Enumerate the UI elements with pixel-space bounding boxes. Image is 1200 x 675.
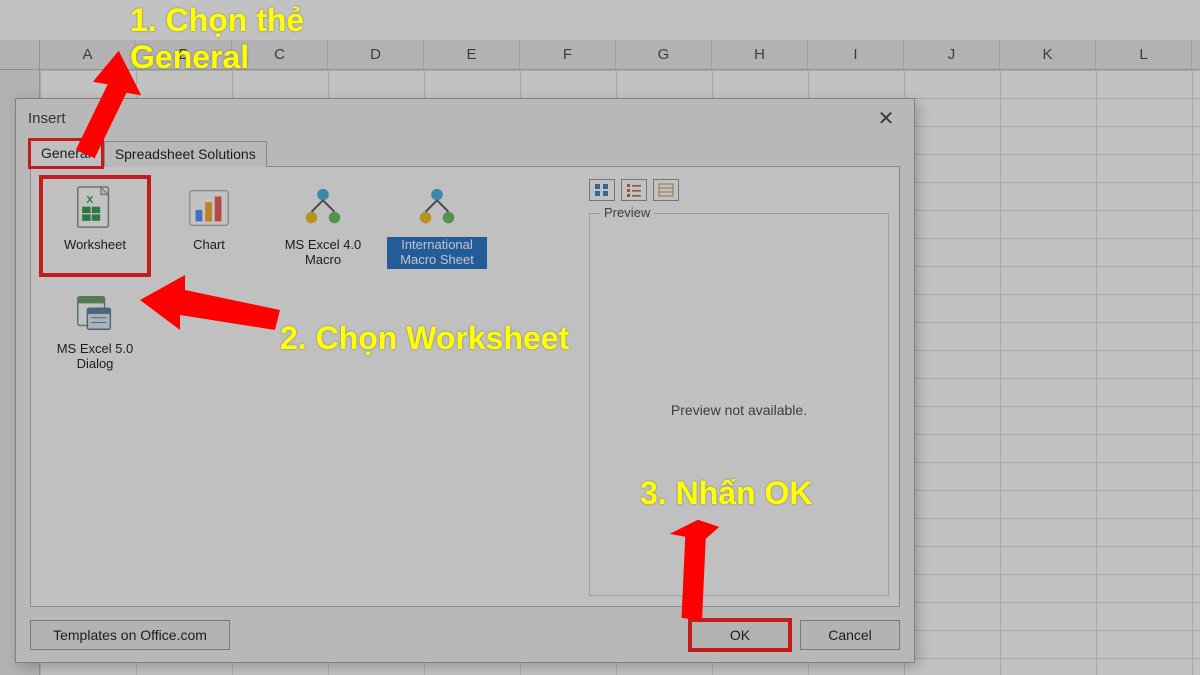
template-label: MS Excel 4.0 Macro xyxy=(273,237,373,269)
template-label: Worksheet xyxy=(61,237,129,254)
col-header[interactable]: E xyxy=(424,40,520,69)
macro-intl-icon xyxy=(412,183,462,233)
view-details-button[interactable] xyxy=(653,179,679,201)
col-header[interactable]: K xyxy=(1000,40,1096,69)
col-header[interactable]: D xyxy=(328,40,424,69)
svg-text:X: X xyxy=(86,194,93,206)
col-header[interactable]: H xyxy=(712,40,808,69)
dialog-right-pane: Preview Preview not available. xyxy=(589,177,889,596)
col-header[interactable]: L xyxy=(1096,40,1192,69)
preview-message: Preview not available. xyxy=(671,402,807,418)
template-list: X Worksheet Chart xyxy=(41,177,579,596)
dialog-sheet-icon xyxy=(70,287,120,337)
dialog-titlebar[interactable]: Insert ✕ xyxy=(16,99,914,137)
col-header[interactable]: B xyxy=(136,40,232,69)
worksheet-icon: X xyxy=(70,183,120,233)
tab-spreadsheet-solutions[interactable]: Spreadsheet Solutions xyxy=(104,141,267,167)
col-header[interactable]: J xyxy=(904,40,1000,69)
templates-office-button[interactable]: Templates on Office.com xyxy=(30,620,230,650)
template-label: International Macro Sheet xyxy=(387,237,487,269)
close-button[interactable]: ✕ xyxy=(866,104,906,132)
column-headers-row: A B C D E F G H I J K L xyxy=(0,40,1200,70)
template-worksheet[interactable]: X Worksheet xyxy=(41,177,149,275)
macro-icon xyxy=(298,183,348,233)
col-header[interactable]: G xyxy=(616,40,712,69)
template-international-macro-sheet[interactable]: International Macro Sheet xyxy=(383,177,491,275)
tab-panel-general: X Worksheet Chart xyxy=(30,167,900,607)
col-header[interactable]: A xyxy=(40,40,136,69)
preview-panel: Preview Preview not available. xyxy=(589,213,889,596)
template-ms-excel-4-macro[interactable]: MS Excel 4.0 Macro xyxy=(269,177,377,275)
dialog-tabs: General Spreadsheet Solutions xyxy=(30,137,900,167)
view-list-button[interactable] xyxy=(621,179,647,201)
template-label: MS Excel 5.0 Dialog xyxy=(45,341,145,373)
col-header[interactable]: C xyxy=(232,40,328,69)
dialog-footer: Templates on Office.com OK Cancel xyxy=(16,607,914,662)
insert-dialog: Insert ✕ General Spreadsheet Solutions xyxy=(15,98,915,663)
col-header[interactable]: F xyxy=(520,40,616,69)
view-large-icons-button[interactable] xyxy=(589,179,615,201)
preview-label: Preview xyxy=(600,205,654,220)
template-ms-excel-5-dialog[interactable]: MS Excel 5.0 Dialog xyxy=(41,281,149,379)
select-all-corner[interactable] xyxy=(0,40,40,69)
view-mode-buttons xyxy=(589,177,889,207)
ok-button[interactable]: OK xyxy=(690,620,790,650)
tab-general[interactable]: General xyxy=(30,140,102,167)
cancel-button[interactable]: Cancel xyxy=(800,620,900,650)
chart-icon xyxy=(184,183,234,233)
template-chart[interactable]: Chart xyxy=(155,177,263,275)
dialog-title: Insert xyxy=(28,110,66,127)
col-header[interactable]: I xyxy=(808,40,904,69)
template-label: Chart xyxy=(190,237,228,254)
